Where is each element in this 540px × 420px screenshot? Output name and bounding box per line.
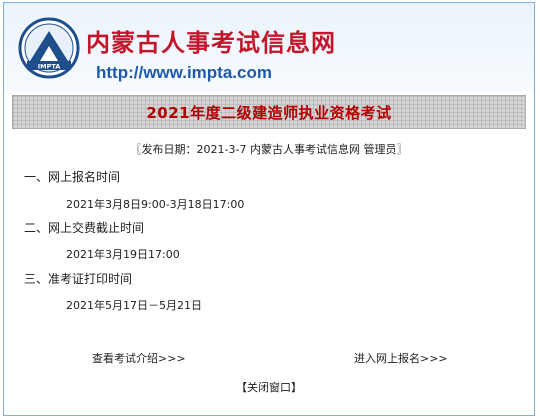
section-detail-registration: 2021年3月8日9:00-3月18日17:00 bbox=[66, 198, 245, 211]
site-name: 内蒙古人事考试信息网 bbox=[86, 28, 336, 57]
close-window-button[interactable]: 【关闭窗口】 bbox=[236, 381, 302, 394]
section-heading-admission-ticket: 三、准考证打印时间 bbox=[24, 272, 133, 286]
title-bar: 2021年度二级建造师执业资格考试 bbox=[12, 95, 526, 129]
section-detail-payment: 2021年3月19日17:00 bbox=[66, 248, 180, 261]
logo-text: IMPTA bbox=[38, 63, 61, 71]
page-title: 2021年度二级建造师执业资格考试 bbox=[146, 103, 392, 122]
section-heading-registration: 一、网上报名时间 bbox=[24, 170, 121, 184]
online-registration-link[interactable]: 进入网上报名>>> bbox=[354, 350, 448, 366]
publish-info: 〖发布日期：2021-3-7 内蒙古人事考试信息网 管理员〗 bbox=[130, 143, 408, 156]
page-frame: IMPTA 内蒙古人事考试信息网 http://www.impta.com 20… bbox=[3, 2, 535, 416]
close-window-row: 【关闭窗口】 bbox=[4, 379, 534, 395]
exam-intro-link[interactable]: 查看考试介绍>>> bbox=[92, 350, 186, 366]
section-heading-payment: 二、网上交费截止时间 bbox=[24, 221, 145, 235]
section-detail-admission-ticket: 2021年5月17日－5月21日 bbox=[66, 299, 202, 312]
impta-logo-icon: IMPTA bbox=[18, 17, 80, 79]
site-url[interactable]: http://www.impta.com bbox=[96, 63, 272, 83]
site-header: IMPTA 内蒙古人事考试信息网 http://www.impta.com bbox=[4, 3, 534, 91]
